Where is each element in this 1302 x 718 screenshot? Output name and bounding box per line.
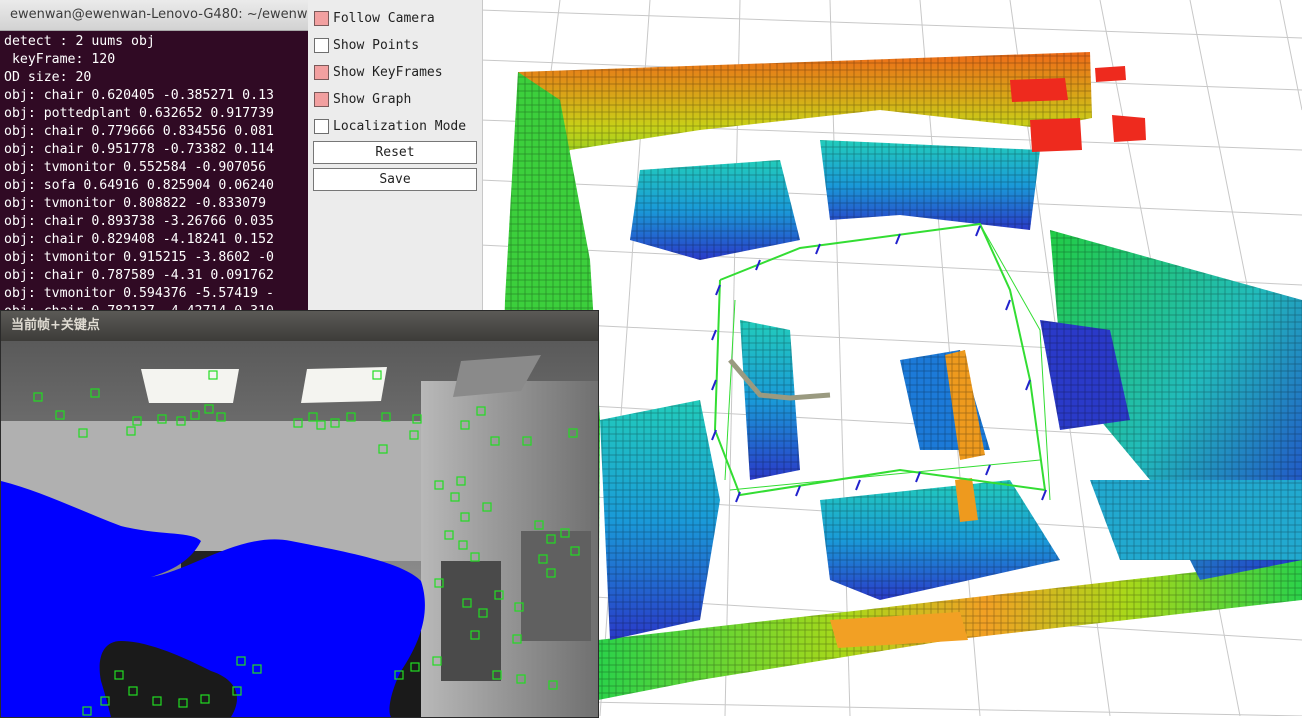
terminal-line: obj: sofa 0.64916 0.825904 0.06240 <box>4 178 274 193</box>
terminal-line: obj: tvmonitor 0.915215 -3.8602 -0 <box>4 250 274 265</box>
follow-camera-label: Follow Camera <box>333 10 435 26</box>
show-graph-label: Show Graph <box>333 91 412 107</box>
localization-mode-checkbox[interactable] <box>314 118 329 134</box>
localization-mode-label: Localization Mode <box>333 118 467 134</box>
show-points-toggle[interactable]: Show Points <box>314 35 419 55</box>
terminal-window[interactable]: ewenwan@ewenwan-Lenovo-G480: ~/ewenw det… <box>0 0 311 318</box>
show-graph-toggle[interactable]: Show Graph <box>314 89 411 109</box>
show-keyframes-toggle[interactable]: Show KeyFrames <box>314 62 443 82</box>
viewer-control-panel: Follow Camera Show Points Show KeyFrames… <box>308 0 483 318</box>
current-frame-window[interactable]: 当前帧+关键点 <box>0 310 599 718</box>
terminal-title: ewenwan@ewenwan-Lenovo-G480: ~/ewenw <box>0 0 310 31</box>
camera-frame-canvas <box>1 341 598 717</box>
localization-mode-toggle[interactable]: Localization Mode <box>314 116 466 136</box>
terminal-line: obj: chair 0.787589 -4.31 0.091762 <box>4 268 274 283</box>
reset-button[interactable]: Reset <box>313 141 477 164</box>
terminal-line: obj: tvmonitor 0.552584 -0.907056 <box>4 160 267 175</box>
terminal-line: obj: pottedplant 0.632652 0.917739 <box>4 106 274 121</box>
voxel-walls <box>500 52 1302 700</box>
follow-camera-toggle[interactable]: Follow Camera <box>314 8 435 28</box>
terminal-line: obj: chair 0.829408 -4.18241 0.152 <box>4 232 274 247</box>
follow-camera-checkbox[interactable] <box>314 10 329 26</box>
save-button[interactable]: Save <box>313 168 477 191</box>
terminal-line: obj: chair 0.620405 -0.385271 0.13 <box>4 88 274 103</box>
terminal-line: obj: chair 0.779666 0.834556 0.081 <box>4 124 274 139</box>
terminal-line: obj: chair 0.951778 -0.73382 0.114 <box>4 142 274 157</box>
terminal-line: detect : 2 uums obj <box>4 34 155 49</box>
terminal-line: obj: tvmonitor 0.808822 -0.833079 <box>4 196 267 211</box>
terminal-line: keyFrame: 120 <box>4 52 116 67</box>
terminal-output: detect : 2 uums obj keyFrame: 120 OD size… <box>0 31 310 318</box>
show-keyframes-label: Show KeyFrames <box>333 64 443 80</box>
camera-frame-image <box>1 341 598 717</box>
terminal-line: OD size: 20 <box>4 70 92 85</box>
terminal-line: obj: chair 0.893738 -3.26766 0.035 <box>4 214 274 229</box>
frame-window-title: 当前帧+关键点 <box>1 311 598 341</box>
show-graph-checkbox[interactable] <box>314 91 329 107</box>
show-points-checkbox[interactable] <box>314 37 329 53</box>
show-keyframes-checkbox[interactable] <box>314 64 329 80</box>
terminal-line: obj: tvmonitor 0.594376 -5.57419 - <box>4 286 274 301</box>
show-points-label: Show Points <box>333 37 420 53</box>
